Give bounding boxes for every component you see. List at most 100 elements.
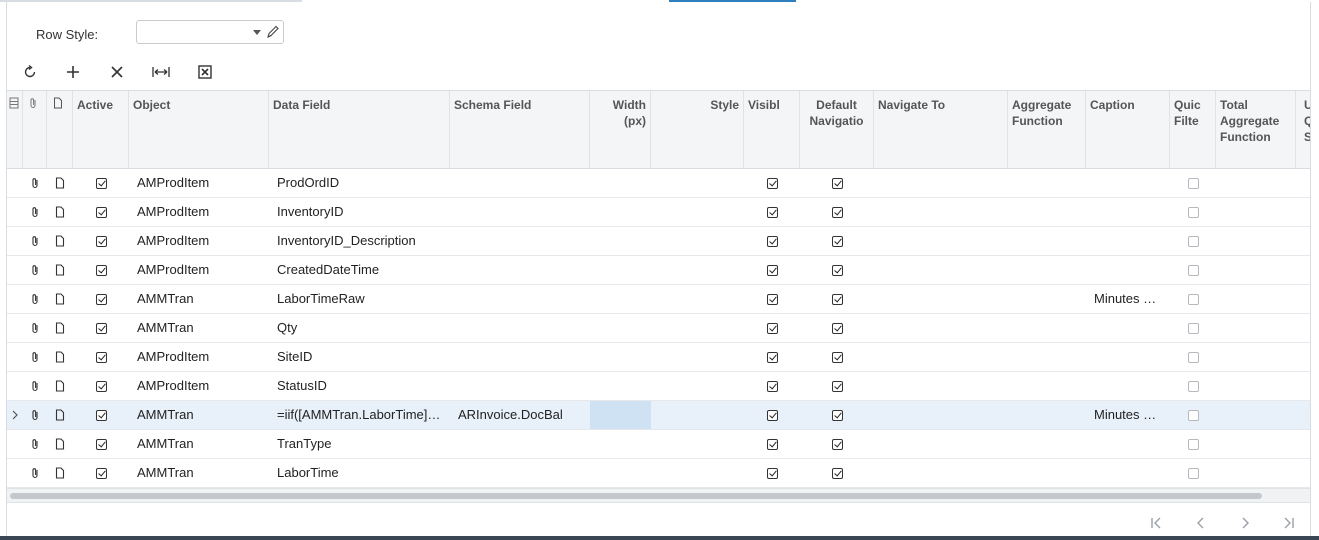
quick-filter-checkbox[interactable] <box>1170 227 1216 255</box>
object-cell[interactable]: AMMTran <box>129 401 269 429</box>
navigate-to-cell[interactable] <box>874 401 1008 429</box>
caption-cell[interactable] <box>1086 256 1170 284</box>
total-aggregate-cell[interactable] <box>1216 430 1296 458</box>
default-navigation-checkbox[interactable] <box>800 285 874 313</box>
active-checkbox[interactable] <box>73 401 129 429</box>
width-cell[interactable] <box>590 372 651 400</box>
table-row[interactable]: AMProdItem CreatedDateTime <box>7 256 1310 285</box>
active-checkbox[interactable] <box>73 169 129 197</box>
schema-field-cell[interactable] <box>450 459 590 487</box>
attachment-icon[interactable] <box>23 314 47 342</box>
data-field-cell[interactable]: =iif([AMMTran.LaborTime]… <box>269 401 450 429</box>
refresh-icon[interactable] <box>16 60 44 84</box>
horizontal-scrollbar[interactable] <box>7 488 1310 503</box>
object-cell[interactable]: AMMTran <box>129 314 269 342</box>
navigate-to-cell[interactable] <box>874 314 1008 342</box>
quick-filter-checkbox[interactable] <box>1170 198 1216 226</box>
total-aggregate-cell[interactable] <box>1216 285 1296 313</box>
caption-cell[interactable] <box>1086 372 1170 400</box>
visible-checkbox[interactable] <box>744 372 800 400</box>
object-cell[interactable]: AMMTran <box>129 430 269 458</box>
style-cell[interactable] <box>651 227 744 255</box>
default-navigation-checkbox[interactable] <box>800 430 874 458</box>
object-cell[interactable]: AMProdItem <box>129 227 269 255</box>
attachment-icon[interactable] <box>23 256 47 284</box>
schema-field-cell[interactable] <box>450 430 590 458</box>
default-navigation-checkbox[interactable] <box>800 198 874 226</box>
width-cell[interactable] <box>590 169 651 197</box>
object-cell[interactable]: AMProdItem <box>129 198 269 226</box>
schema-field-cell[interactable] <box>450 169 590 197</box>
last-page-icon[interactable] <box>1277 513 1301 533</box>
object-cell[interactable]: AMMTran <box>129 459 269 487</box>
style-cell[interactable] <box>651 343 744 371</box>
style-cell[interactable] <box>651 169 744 197</box>
attachment-icon[interactable] <box>23 198 47 226</box>
width-cell[interactable] <box>590 256 651 284</box>
excel-export-icon[interactable] <box>191 60 219 84</box>
active-checkbox[interactable] <box>73 198 129 226</box>
schema-field-cell[interactable]: ARInvoice.DocBal <box>450 401 590 429</box>
active-checkbox[interactable] <box>73 314 129 342</box>
visible-checkbox[interactable] <box>744 430 800 458</box>
note-icon[interactable] <box>47 430 73 458</box>
total-aggregate-cell[interactable] <box>1216 256 1296 284</box>
quick-filter-checkbox[interactable] <box>1170 430 1216 458</box>
visible-checkbox[interactable] <box>744 343 800 371</box>
total-aggregate-cell[interactable] <box>1216 401 1296 429</box>
table-row[interactable]: AMMTran =iif([AMMTran.LaborTime]… ARInvoic… <box>7 401 1310 430</box>
attachment-icon[interactable] <box>23 401 47 429</box>
navigate-to-cell[interactable] <box>874 285 1008 313</box>
visible-checkbox[interactable] <box>744 227 800 255</box>
active-checkbox[interactable] <box>73 372 129 400</box>
aggregate-function-cell[interactable] <box>1008 227 1086 255</box>
aggregate-function-cell[interactable] <box>1008 459 1086 487</box>
note-icon[interactable] <box>47 401 73 429</box>
close-icon[interactable] <box>103 60 131 84</box>
attachment-icon[interactable] <box>23 430 47 458</box>
schema-field-cell[interactable] <box>450 285 590 313</box>
style-cell[interactable] <box>651 314 744 342</box>
table-row[interactable]: AMMTran Qty <box>7 314 1310 343</box>
column-header-quick-filter[interactable]: Quic Filte <box>1170 91 1216 168</box>
default-navigation-checkbox[interactable] <box>800 372 874 400</box>
visible-checkbox[interactable] <box>744 314 800 342</box>
aggregate-function-cell[interactable] <box>1008 430 1086 458</box>
schema-field-cell[interactable] <box>450 227 590 255</box>
caption-cell[interactable] <box>1086 314 1170 342</box>
object-cell[interactable]: AMProdItem <box>129 372 269 400</box>
table-row[interactable]: AMMTran LaborTimeRaw Minutes … <box>7 285 1310 314</box>
aggregate-function-cell[interactable] <box>1008 256 1086 284</box>
caption-cell[interactable] <box>1086 198 1170 226</box>
schema-field-cell[interactable] <box>450 372 590 400</box>
data-field-cell[interactable]: ProdOrdID <box>269 169 450 197</box>
active-checkbox[interactable] <box>73 343 129 371</box>
navigate-to-cell[interactable] <box>874 256 1008 284</box>
fit-columns-icon[interactable] <box>147 60 175 84</box>
attachment-icon[interactable] <box>23 343 47 371</box>
default-navigation-checkbox[interactable] <box>800 343 874 371</box>
navigate-to-cell[interactable] <box>874 169 1008 197</box>
note-icon[interactable] <box>47 343 73 371</box>
row-style-select[interactable] <box>136 20 284 44</box>
caption-cell[interactable] <box>1086 343 1170 371</box>
style-cell[interactable] <box>651 256 744 284</box>
quick-filter-checkbox[interactable] <box>1170 372 1216 400</box>
attachment-icon[interactable] <box>23 459 47 487</box>
scrollbar-thumb[interactable] <box>10 493 1262 499</box>
total-aggregate-cell[interactable] <box>1216 227 1296 255</box>
note-icon[interactable] <box>47 227 73 255</box>
note-icon[interactable] <box>47 459 73 487</box>
default-navigation-checkbox[interactable] <box>800 256 874 284</box>
caption-cell[interactable] <box>1086 459 1170 487</box>
width-cell[interactable] <box>590 227 651 255</box>
navigate-to-cell[interactable] <box>874 372 1008 400</box>
table-row[interactable]: AMProdItem InventoryID_Description <box>7 227 1310 256</box>
width-cell[interactable] <box>590 343 651 371</box>
total-aggregate-cell[interactable] <box>1216 169 1296 197</box>
caption-cell[interactable] <box>1086 227 1170 255</box>
attachment-column-header[interactable] <box>23 91 47 168</box>
active-checkbox[interactable] <box>73 256 129 284</box>
schema-field-cell[interactable] <box>450 198 590 226</box>
column-header-visible[interactable]: Visibl <box>744 91 800 168</box>
